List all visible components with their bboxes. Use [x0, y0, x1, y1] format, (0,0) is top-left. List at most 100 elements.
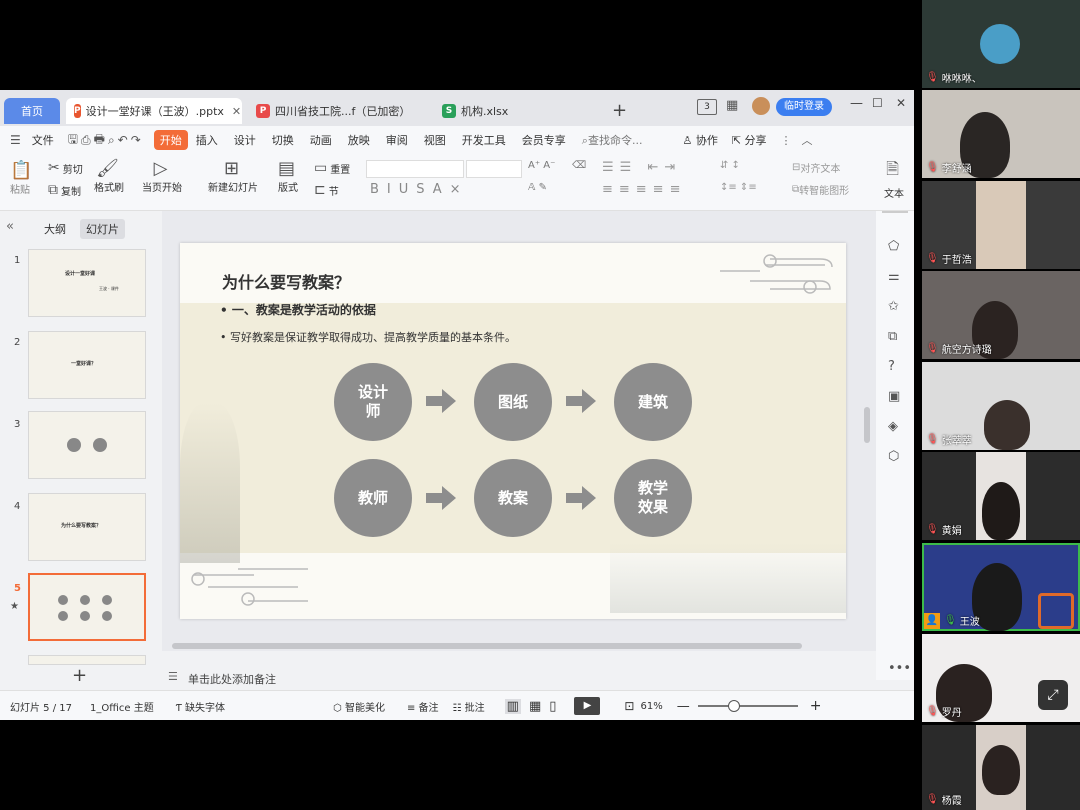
save-icon[interactable]: 🖫	[68, 130, 78, 151]
zoom-slider-thumb[interactable]	[727, 700, 740, 712]
menu-slideshow[interactable]: 放映	[340, 132, 378, 148]
theme-name[interactable]: 1_Office 主题	[90, 699, 154, 714]
participant-tile[interactable]: 🎙 航空方诗璐	[922, 271, 1080, 359]
participant-tile-active[interactable]: 👤 🎙 王波	[922, 543, 1080, 631]
circle-building[interactable]: 建筑	[614, 363, 692, 441]
circle-blueprint[interactable]: 图纸	[474, 363, 552, 441]
hamburger-icon[interactable]: ☰	[10, 133, 21, 147]
slide-thumb-4[interactable]: 为什么要写教案？	[28, 493, 146, 561]
zoom-slider[interactable]	[697, 700, 798, 712]
slide-canvas[interactable]: 为什么要写教案？ • 一、教案是教学活动的依据 • 写好教案是保证教学取得成功、…	[180, 243, 846, 619]
export-icon[interactable]: ⎙	[81, 133, 91, 148]
window-count-icon[interactable]: 3	[697, 99, 717, 115]
menu-transition[interactable]: 切换	[264, 132, 302, 148]
participant-tile[interactable]: 🎙 杨霞	[922, 725, 1080, 810]
maximize-icon[interactable]: ☐	[872, 96, 883, 110]
spacing-icons[interactable]: ↕≡ ⇕≡	[720, 182, 757, 193]
bullet-2[interactable]: • 写好教案是保证教学取得成功、提高教学质量的基本条件。	[220, 329, 516, 345]
circle-teaching-effect[interactable]: 教学效果	[614, 459, 692, 537]
beautify-button[interactable]: ⬡ 智能美化	[333, 699, 385, 714]
list-icons[interactable]: ☰☰ ⇤⇥	[602, 160, 681, 175]
avatar[interactable]	[752, 97, 770, 115]
expand-icon[interactable]: ⤢	[1038, 680, 1068, 710]
zoom-out-icon[interactable]: —	[677, 699, 690, 714]
menu-member[interactable]: 会员专享	[514, 132, 574, 148]
tab-pptx[interactable]: P 设计一堂好课（王波）.pptx ✕	[66, 98, 242, 124]
cut-button[interactable]: ✂ 剪切	[48, 160, 83, 176]
play-slideshow-button[interactable]: ▶	[574, 697, 601, 715]
font-size-select[interactable]	[466, 160, 522, 178]
tab-outline[interactable]: 大纲	[44, 221, 66, 237]
tab-xlsx[interactable]: S 机构.xlsx	[434, 98, 594, 124]
circle-teacher[interactable]: 教师	[334, 459, 412, 537]
cube-icon[interactable]: ⬡	[888, 449, 899, 464]
new-slide-button[interactable]: ⊞ 新建幻灯片	[208, 158, 258, 194]
animation-icon[interactable]: ✩	[888, 299, 899, 314]
slide-thumb-3[interactable]	[28, 411, 146, 479]
format-painter-button[interactable]: 🖌 格式刷	[94, 158, 124, 194]
slide-thumb-5[interactable]	[28, 573, 146, 641]
copy-button[interactable]: ⧉ 复制	[48, 182, 81, 198]
participant-tile[interactable]: 🎙 咻咻咻、	[922, 0, 1080, 88]
circle-designer[interactable]: 设计师	[334, 363, 412, 441]
print-icon[interactable]: 🖶	[94, 130, 105, 151]
align-icons[interactable]: ≡≡≡≡≡	[602, 182, 686, 197]
font-family-select[interactable]	[366, 160, 464, 178]
notes-bar[interactable]: ☰ 单击此处添加备注	[162, 665, 876, 689]
play-from-current-button[interactable]: ▷ 当页开始	[142, 158, 182, 194]
menu-animation[interactable]: 动画	[302, 132, 340, 148]
menu-file[interactable]: 文件	[24, 132, 62, 148]
circle-lesson-plan[interactable]: 教案	[474, 459, 552, 537]
location-icon[interactable]: ◈	[888, 419, 898, 434]
font-grow-icon[interactable]: A⁺ A⁻	[528, 160, 555, 171]
collab-button[interactable]: ♙ 协作	[682, 132, 717, 148]
redo-icon[interactable]: ↷	[131, 133, 141, 147]
login-button[interactable]: 临时登录	[776, 98, 832, 116]
shape-icon[interactable]: ⬠	[888, 239, 899, 254]
zoom-in-icon[interactable]: +	[810, 698, 822, 714]
transition-icon[interactable]: ⧉	[888, 329, 897, 344]
participant-tile[interactable]: 🎙 于哲浩	[922, 181, 1080, 269]
more-dots-icon[interactable]: •••	[888, 661, 911, 676]
tab-home[interactable]: 首页	[4, 98, 60, 124]
clear-format-icon[interactable]: ⌫	[572, 160, 586, 171]
preview-icon[interactable]: ⌕	[108, 133, 115, 148]
collapse-ribbon-icon[interactable]: ︿	[802, 132, 813, 148]
slide-thumb-6[interactable]	[28, 655, 146, 665]
undo-icon[interactable]: ↶	[118, 133, 128, 147]
menu-start[interactable]: 开始	[153, 130, 188, 150]
slide-thumb-1[interactable]: 设计一堂好课 王波 · 课件	[28, 249, 146, 317]
comments-button[interactable]: ☷ 批注	[453, 699, 485, 714]
share-button[interactable]: ⇱ 分享	[732, 132, 767, 148]
minimize-icon[interactable]: —	[850, 96, 863, 111]
participant-tile[interactable]: ⤢ 🎙 罗丹	[922, 634, 1080, 722]
sorter-view-icon[interactable]: ▦	[529, 699, 541, 714]
section-button[interactable]: ⊏ 节	[314, 182, 339, 198]
phonetic-icon[interactable]: 𝔸 ✎	[528, 182, 547, 193]
text-style-icons[interactable]: BIUSA×	[370, 182, 469, 197]
text-direction-icons[interactable]: ⇵ ↕	[720, 160, 740, 171]
grid-icon[interactable]: ▦	[726, 98, 738, 113]
slide-thumb-2[interactable]: 一堂好课？	[28, 331, 146, 399]
close-icon[interactable]: ✕	[232, 105, 241, 118]
tab-pdf[interactable]: P 四川省技工院...f（已加密）	[248, 98, 428, 124]
reset-button[interactable]: ▭ 重置	[314, 160, 350, 176]
zoom-level[interactable]: 61%	[640, 701, 662, 712]
paste-button[interactable]: 📋 粘贴	[10, 160, 35, 196]
horizontal-scrollbar[interactable]	[172, 643, 802, 649]
image-icon[interactable]: ▣	[888, 389, 900, 404]
normal-view-icon[interactable]: ▥	[504, 698, 521, 714]
more-icon[interactable]: ⋮	[781, 134, 792, 147]
menu-view[interactable]: 视图	[416, 132, 454, 148]
slide-title[interactable]: 为什么要写教案？	[222, 269, 350, 293]
tab-slides[interactable]: 幻灯片	[80, 219, 125, 239]
help-icon[interactable]: ?	[888, 359, 895, 374]
bullet-1[interactable]: • 一、教案是教学活动的依据	[220, 301, 376, 318]
new-tab-button[interactable]: +	[612, 100, 627, 121]
menu-insert[interactable]: 插入	[188, 132, 226, 148]
align-text-button[interactable]: ⊟ 对齐文本	[792, 160, 840, 175]
menu-design[interactable]: 设计	[226, 132, 264, 148]
close-window-icon[interactable]: ✕	[896, 96, 906, 110]
search-command[interactable]: ⌕查找命令...	[582, 132, 643, 148]
properties-icon[interactable]: ⚌	[888, 269, 900, 284]
